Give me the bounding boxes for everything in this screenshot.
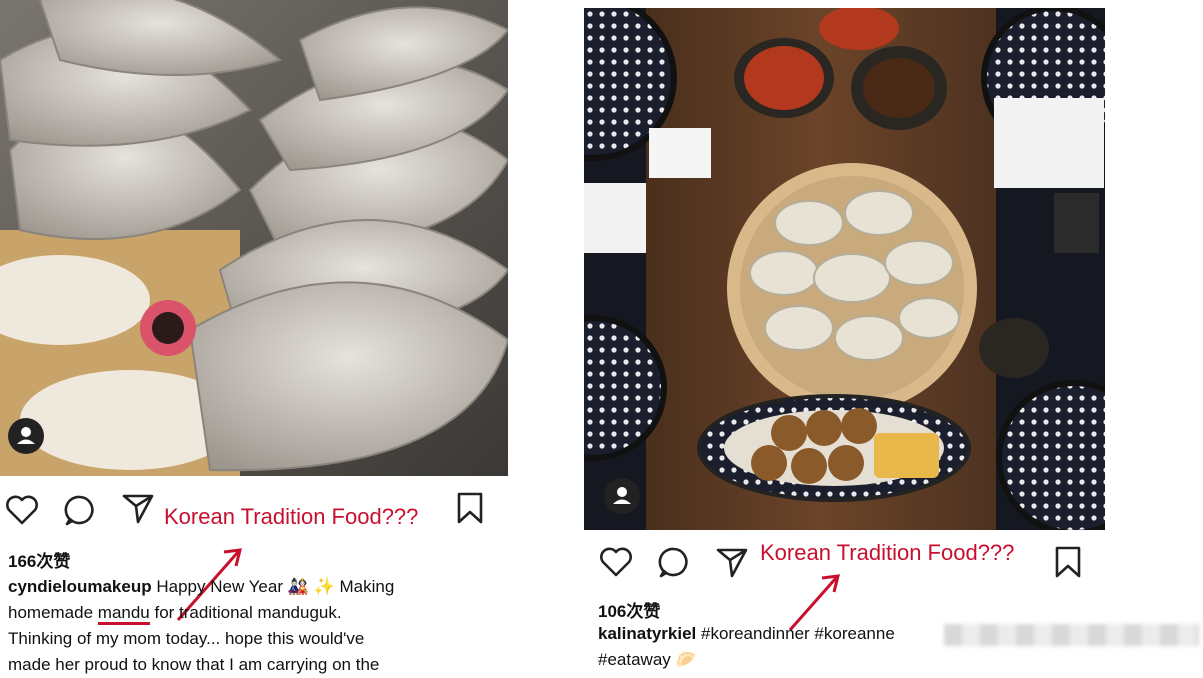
caption-text: homemade [8,603,98,622]
user-icon [17,427,35,444]
likes-count: 166次赞 [8,552,71,571]
share-icon[interactable] [714,544,750,580]
left-action-bar: Korean Tradition Food??? [0,490,508,530]
bookmark-icon[interactable] [1050,544,1086,580]
heart-icon[interactable] [4,492,40,528]
caption-text: #koreandinner #koreanne [701,624,895,643]
likes-count: 106次赞 [598,602,661,621]
caption-text: #eataway 🥟 [598,650,697,669]
username-link[interactable]: kalinatyrkiel [598,624,696,643]
user-icon [613,487,631,504]
caption-text: Happy New Year 🎎 ✨ Making [156,577,395,596]
heart-icon[interactable] [598,544,634,580]
annotation-text: Korean Tradition Food??? [164,504,419,529]
share-icon[interactable] [120,490,156,526]
caption-text: for traditional manduguk. [149,603,342,622]
post-caption: cyndieloumakeup Happy New Year 🎎 ✨ Makin… [8,574,508,678]
caption-text: Thinking of my mom today... hope this wo… [8,629,365,648]
dumplings-photo [0,0,508,476]
comment-icon[interactable] [62,492,98,528]
username-link[interactable]: cyndieloumakeup [8,577,152,596]
caption-text: made her proud to know that I am carryin… [8,655,380,674]
annotation-text: Korean Tradition Food??? [760,540,1015,565]
user-tag-badge[interactable] [604,478,640,514]
right-post-photo[interactable] [584,8,1105,530]
post-caption: kalinatyrkiel #koreandinner #koreanne #e… [598,621,958,673]
comment-icon[interactable] [656,544,692,580]
table-food-photo [584,8,1105,530]
blurred-caption-region [944,624,1199,646]
highlighted-word: mandu [97,603,150,625]
left-post: Korean Tradition Food??? 166次赞 cyndielou… [0,0,520,674]
user-tag-badge[interactable] [8,418,44,454]
right-post: Korean Tradition Food??? 106次赞 kalinatyr… [584,0,1203,670]
bookmark-icon[interactable] [452,490,488,526]
left-post-photo[interactable] [0,0,508,476]
